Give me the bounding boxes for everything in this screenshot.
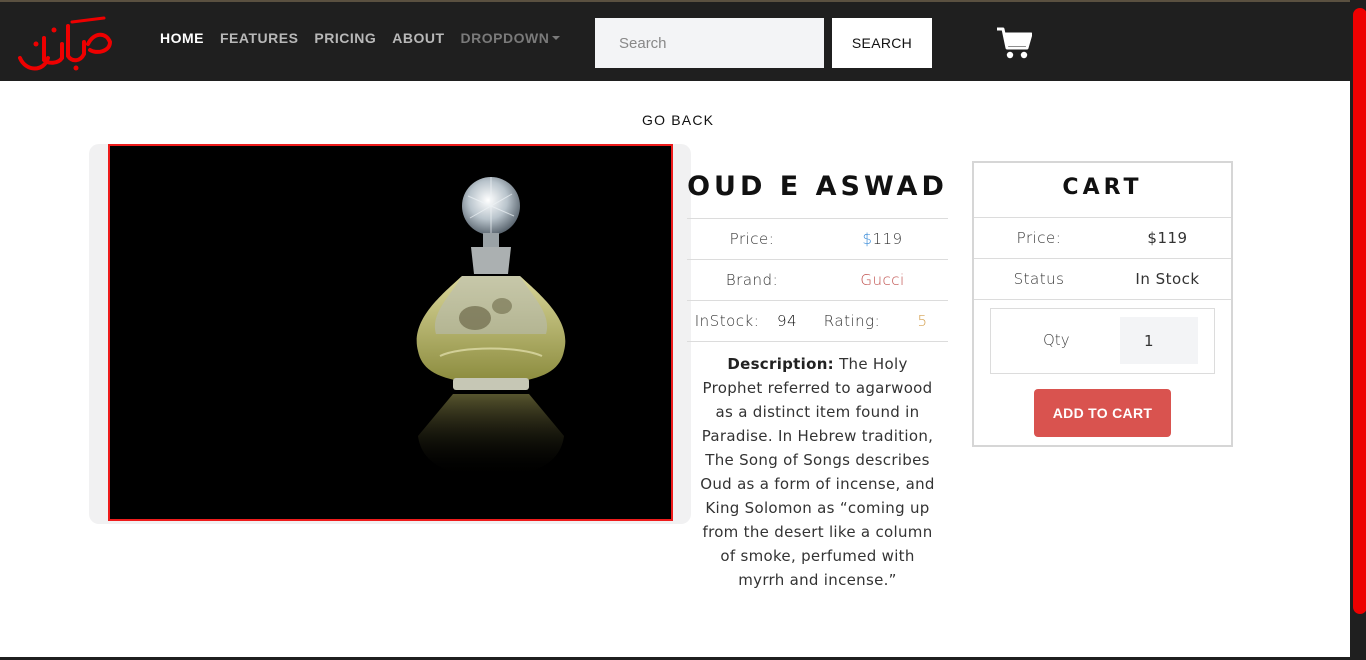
nav-home[interactable]: HOME <box>160 30 204 46</box>
stock-rating-row: InStock: 94 Rating: 5 <box>687 301 948 342</box>
product-description: Description: The Holy Prophet referred t… <box>687 342 948 592</box>
shopping-cart-icon[interactable] <box>996 26 1032 60</box>
rating-label: Rating: <box>823 312 881 330</box>
qty-input[interactable] <box>1120 317 1198 364</box>
scrollbar-thumb[interactable] <box>1353 8 1366 614</box>
nav-pricing[interactable]: PRICING <box>314 30 376 46</box>
search-button[interactable]: SEARCH <box>832 18 932 68</box>
cart-title: CART <box>974 163 1231 218</box>
cart-status-label: Status <box>1013 270 1065 288</box>
dollar-sign: $ <box>862 230 873 248</box>
cart-price-row: Price: $119 <box>974 218 1231 259</box>
product-title: OUD E ASWAD <box>687 160 948 219</box>
instock-value: 94 <box>776 312 798 330</box>
brand-row: Brand: Gucci <box>687 260 948 301</box>
caret-down-icon <box>552 35 561 40</box>
description-label: Description: <box>727 355 834 373</box>
instock-label: InStock: <box>694 312 760 330</box>
nav-features[interactable]: FEATURES <box>220 30 298 46</box>
brand-logo[interactable] <box>14 14 114 74</box>
search-input[interactable] <box>595 18 824 68</box>
price-value: 119 <box>872 230 903 248</box>
cart-status-row: Status In Stock <box>974 259 1231 300</box>
brand-label: Brand: <box>725 271 779 289</box>
cart-status-value: In Stock <box>1135 270 1200 288</box>
price-row: Price: $119 <box>687 219 948 260</box>
rating-value: 5 <box>917 312 928 330</box>
cart-card: CART Price: $119 Status In Stock Qty ADD… <box>972 161 1233 447</box>
nav-dropdown-label: DROPDOWN <box>460 30 550 46</box>
brand-value: Gucci <box>860 271 905 289</box>
navbar: HOME FEATURES PRICING ABOUT DROPDOWN SEA… <box>0 0 1350 81</box>
nav-dropdown[interactable]: DROPDOWN <box>461 30 561 46</box>
price-label: Price: <box>729 230 775 248</box>
nav-about[interactable]: ABOUT <box>392 30 444 46</box>
add-to-cart-button[interactable]: ADD TO CART <box>1034 389 1171 437</box>
go-back-button[interactable]: GO BACK <box>642 112 714 128</box>
cart-price-label: Price: <box>1016 229 1062 247</box>
product-details: OUD E ASWAD Price: $119 Brand: Gucci InS… <box>687 160 948 592</box>
price-value-wrap: $119 <box>817 230 948 248</box>
cart-price-value: $119 <box>1147 229 1188 247</box>
qty-box: Qty <box>990 308 1215 374</box>
nav-links: HOME FEATURES PRICING ABOUT DROPDOWN <box>160 30 576 46</box>
vertical-scrollbar[interactable] <box>1350 0 1366 660</box>
product-image <box>108 144 673 521</box>
qty-label: Qty <box>1043 331 1070 349</box>
description-text: The Holy Prophet referred to agarwood as… <box>700 355 935 589</box>
